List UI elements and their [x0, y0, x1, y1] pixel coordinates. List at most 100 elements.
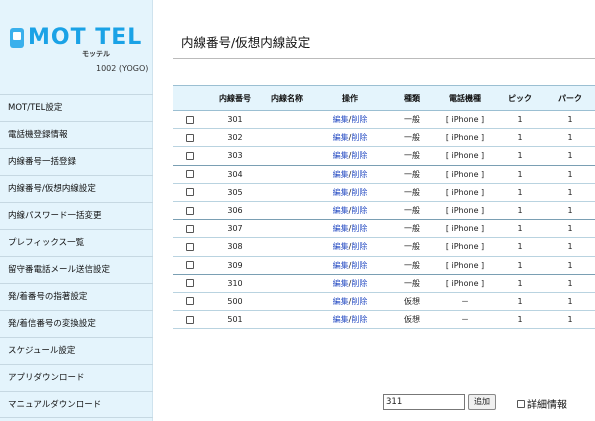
- extension-name: [263, 165, 311, 184]
- menu-item-mottel-settings[interactable]: MOT/TEL設定: [0, 94, 153, 121]
- edit-link[interactable]: 編集: [333, 170, 349, 179]
- mottel-logo[interactable]: MOT TEL モッテル: [8, 24, 148, 58]
- extension-type: 一般: [389, 128, 435, 148]
- delete-link[interactable]: 削除: [351, 224, 367, 233]
- row-checkbox[interactable]: [186, 170, 194, 179]
- delete-link[interactable]: 削除: [351, 261, 367, 270]
- row-checkbox[interactable]: [186, 279, 194, 288]
- operation-cell: 編集/削除: [311, 219, 389, 239]
- operation-cell: 編集/削除: [311, 237, 389, 257]
- pick-group: 1: [495, 237, 545, 257]
- delete-link[interactable]: 削除: [351, 170, 367, 179]
- extension-type: 一般: [389, 274, 435, 293]
- menu-item-bulk-password-change[interactable]: 内線パスワード一括変更: [0, 202, 153, 229]
- edit-link[interactable]: 編集: [333, 206, 349, 215]
- park-group: 1: [545, 110, 595, 130]
- pick-group: 1: [495, 183, 545, 202]
- row-checkbox[interactable]: [186, 224, 194, 233]
- menu-item-number-conversion[interactable]: 発/着信番号の変換設定: [0, 310, 153, 337]
- phone-model: [ iPhone ]: [435, 256, 495, 275]
- menu-item-phone-registration[interactable]: 電話機登録情報: [0, 121, 153, 148]
- table-row: 306 編集/削除 一般[ iPhone ] 1 1: [173, 201, 595, 221]
- delete-link[interactable]: 削除: [351, 206, 367, 215]
- park-group: 1: [545, 219, 595, 239]
- menu-item-prefix-list[interactable]: プレフィックス一覧: [0, 229, 153, 256]
- extension-number: 501: [207, 310, 263, 330]
- edit-link[interactable]: 編集: [333, 133, 349, 142]
- extension-number: 310: [207, 274, 263, 293]
- park-group: 1: [545, 183, 595, 202]
- row-checkbox[interactable]: [186, 151, 194, 160]
- pick-group: 1: [495, 219, 545, 239]
- edit-link[interactable]: 編集: [333, 224, 349, 233]
- row-checkbox[interactable]: [186, 297, 194, 306]
- row-checkbox[interactable]: [186, 206, 194, 215]
- delete-link[interactable]: 削除: [351, 133, 367, 142]
- delete-link[interactable]: 削除: [351, 188, 367, 197]
- phone-model: －: [435, 292, 495, 312]
- operation-cell: 編集/削除: [311, 310, 389, 330]
- extension-name: [263, 274, 311, 293]
- phone-model: [ iPhone ]: [435, 146, 495, 166]
- table-row: 307 編集/削除 一般[ iPhone ] 1 1: [173, 219, 595, 239]
- extension-type: 仮想: [389, 310, 435, 330]
- row-select-cell: [173, 128, 207, 148]
- delete-link[interactable]: 削除: [351, 115, 367, 124]
- pick-group: 1: [495, 292, 545, 312]
- edit-link[interactable]: 編集: [333, 151, 349, 160]
- phone-model: [ iPhone ]: [435, 183, 495, 202]
- delete-link[interactable]: 削除: [351, 151, 367, 160]
- menu-item-extension-settings[interactable]: 内線番号/仮想内線設定: [0, 175, 153, 202]
- add-button[interactable]: 追加: [468, 394, 496, 410]
- park-group: 1: [545, 274, 595, 293]
- row-checkbox[interactable]: [186, 315, 194, 324]
- menu-item-schedule[interactable]: スケジュール設定: [0, 337, 153, 364]
- row-checkbox[interactable]: [186, 188, 194, 197]
- menu-item-app-download[interactable]: アプリダウンロード: [0, 364, 153, 391]
- table-row: 304 編集/削除 一般[ iPhone ] 1 1: [173, 165, 595, 184]
- menu-item-number-assignment[interactable]: 発/着番号の指著設定: [0, 283, 153, 310]
- edit-link[interactable]: 編集: [333, 297, 349, 306]
- edit-link[interactable]: 編集: [333, 261, 349, 270]
- extension-type: 一般: [389, 165, 435, 184]
- menu-item-manual-download[interactable]: マニュアルダウンロード: [0, 391, 153, 418]
- park-group: 1: [545, 128, 595, 148]
- table-row: 501 編集/削除 仮想－ 1 1: [173, 310, 595, 330]
- edit-link[interactable]: 編集: [333, 115, 349, 124]
- page-title: 内線番号/仮想内線設定: [181, 35, 311, 50]
- edit-link[interactable]: 編集: [333, 279, 349, 288]
- pick-group: 1: [495, 256, 545, 275]
- operation-cell: 編集/削除: [311, 128, 389, 148]
- extension-type: 一般: [389, 146, 435, 166]
- extension-number: 302: [207, 128, 263, 148]
- delete-link[interactable]: 削除: [351, 279, 367, 288]
- row-checkbox[interactable]: [186, 261, 194, 270]
- table-row: 500 編集/削除 仮想－ 1 1: [173, 292, 595, 312]
- row-checkbox[interactable]: [186, 115, 194, 124]
- edit-link[interactable]: 編集: [333, 242, 349, 251]
- menu-item-voicemail-email[interactable]: 留守番電話メール送信設定: [0, 256, 153, 283]
- table-row: 305 編集/削除 一般[ iPhone ] 1 1: [173, 183, 595, 202]
- operation-cell: 編集/削除: [311, 110, 389, 130]
- park-group: 1: [545, 310, 595, 330]
- delete-link[interactable]: 削除: [351, 297, 367, 306]
- operation-cell: 編集/削除: [311, 146, 389, 166]
- detail-info-checkbox[interactable]: [517, 400, 525, 408]
- table-row: 302 編集/削除 一般[ iPhone ] 1 1: [173, 128, 595, 148]
- table-row: 309 編集/削除 一般[ iPhone ] 1 1: [173, 256, 595, 275]
- phone-model: [ iPhone ]: [435, 201, 495, 221]
- new-extension-input[interactable]: 311: [383, 394, 465, 410]
- menu-item-bulk-extension-register[interactable]: 内線番号一括登録: [0, 148, 153, 175]
- extension-name: [263, 110, 311, 130]
- row-checkbox[interactable]: [186, 133, 194, 142]
- extension-type: 仮想: [389, 292, 435, 312]
- row-select-cell: [173, 146, 207, 166]
- edit-link[interactable]: 編集: [333, 315, 349, 324]
- extension-number: 308: [207, 237, 263, 257]
- operation-cell: 編集/削除: [311, 256, 389, 275]
- delete-link[interactable]: 削除: [351, 242, 367, 251]
- edit-link[interactable]: 編集: [333, 188, 349, 197]
- detail-info-toggle[interactable]: 詳細情報: [517, 396, 567, 411]
- row-checkbox[interactable]: [186, 242, 194, 251]
- delete-link[interactable]: 削除: [351, 315, 367, 324]
